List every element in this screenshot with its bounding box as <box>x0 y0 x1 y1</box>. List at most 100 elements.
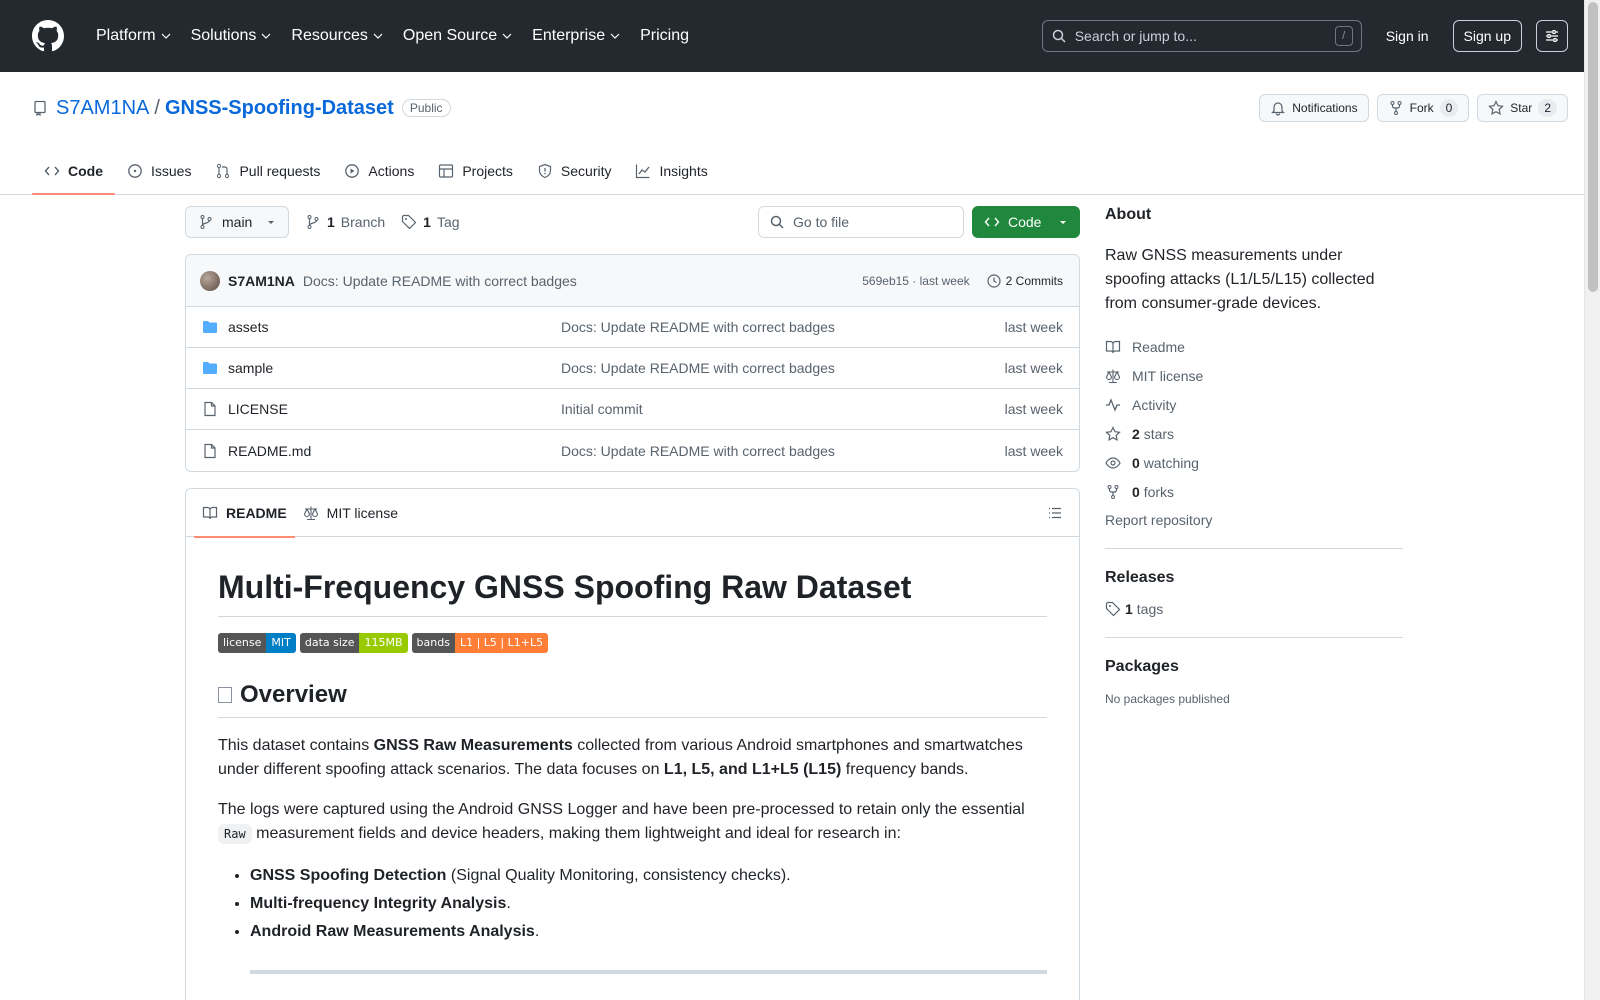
chevron-down-icon <box>261 33 271 39</box>
search-placeholder: Search or jump to... <box>1074 28 1197 44</box>
tab-security[interactable]: Security <box>525 148 624 194</box>
folder-icon <box>203 362 217 374</box>
avatar[interactable] <box>200 270 220 291</box>
sign-in-link[interactable]: Sign in <box>1376 28 1439 44</box>
packages-section: Packages No packages published <box>1105 638 1403 706</box>
tag-icon <box>1105 601 1121 617</box>
github-logo-icon[interactable] <box>32 20 64 52</box>
book-icon <box>202 506 218 519</box>
stars-link[interactable]: 2 stars <box>1105 419 1403 448</box>
research-list: GNSS Spoofing Detection (Signal Quality … <box>218 862 1047 946</box>
table-icon <box>439 164 454 178</box>
nav-open-source[interactable]: Open Source <box>393 0 522 72</box>
scrollbar-thumb[interactable] <box>1588 2 1598 292</box>
branches-link[interactable]: 1 Branch <box>305 214 385 230</box>
readme-link[interactable]: Readme <box>1105 332 1403 361</box>
graph-icon <box>636 164 650 179</box>
license-badge[interactable]: license MIT <box>218 633 296 653</box>
repo-header: S7AM1NA / GNSS-Spoofing-Dataset Public N… <box>0 72 1600 195</box>
watching-link[interactable]: 0 watching <box>1105 448 1403 477</box>
file-commit-message[interactable]: Docs: Update README with correct badges <box>561 319 835 335</box>
about-heading: About <box>1105 206 1152 223</box>
caret-down-icon <box>268 221 274 224</box>
tab-code[interactable]: Code <box>32 148 115 195</box>
fork-button[interactable]: Fork 0 <box>1376 94 1470 122</box>
nav-resources[interactable]: Resources <box>281 0 392 72</box>
repo-name-link[interactable]: GNSS-Spoofing-Dataset <box>165 97 394 120</box>
forks-link[interactable]: 0 forks <box>1105 477 1403 506</box>
tab-actions[interactable]: Actions <box>332 148 426 194</box>
readme-panel: README MIT license Multi-Frequency GNSS … <box>185 488 1080 1000</box>
go-to-file-input[interactable]: Go to file <box>758 206 964 238</box>
file-name[interactable]: assets <box>228 319 561 335</box>
sliders-icon <box>1546 30 1558 42</box>
nav-pricing[interactable]: Pricing <box>630 0 699 72</box>
commit-author[interactable]: S7AM1NA <box>228 273 295 289</box>
global-header: Platform Solutions Resources Open Source… <box>0 0 1600 72</box>
sign-up-button[interactable]: Sign up <box>1452 20 1522 52</box>
table-row: LICENSE Initial commit last week <box>186 389 1079 430</box>
code-icon <box>984 217 1000 227</box>
fork-icon <box>1390 101 1402 115</box>
main-column: main 1 Branch 1 Tag Go to file Code S7AM1N… <box>185 206 1080 1000</box>
file-commit-message[interactable]: Docs: Update README with correct badges <box>561 443 835 459</box>
chevron-down-icon <box>373 33 383 39</box>
activity-link[interactable]: Activity <box>1105 390 1403 419</box>
list-item: GNSS Spoofing Detection (Signal Quality … <box>250 862 1047 890</box>
file-name[interactable]: LICENSE <box>228 401 561 417</box>
branch-selector[interactable]: main <box>185 206 289 238</box>
pulse-icon <box>1106 397 1120 412</box>
tags-link[interactable]: 1 tags <box>1105 601 1403 617</box>
commits-link[interactable]: 2 Commits <box>986 273 1063 289</box>
star-icon <box>1488 100 1505 116</box>
page-scrollbar[interactable] <box>1584 0 1600 1000</box>
header-right: Search or jump to... / Sign in Sign up <box>1041 20 1568 52</box>
tab-insights[interactable]: Insights <box>623 148 719 194</box>
search-input[interactable]: Search or jump to... / <box>1041 20 1362 52</box>
search-icon <box>770 215 784 229</box>
list-outline-icon[interactable] <box>1047 505 1063 521</box>
notifications-button[interactable]: Notifications <box>1259 94 1369 122</box>
code-button[interactable]: Code <box>972 206 1080 238</box>
book-icon <box>1105 340 1121 353</box>
overview-paragraph-1: This dataset contains GNSS Raw Measureme… <box>218 737 1023 778</box>
file-date: last week <box>1004 319 1063 335</box>
issue-icon <box>128 164 142 178</box>
overview-paragraph-2: The logs were captured using the Android… <box>218 801 1025 844</box>
file-name[interactable]: README.md <box>228 443 561 459</box>
tab-issues[interactable]: Issues <box>115 148 203 194</box>
license-link[interactable]: MIT license <box>1105 361 1403 390</box>
sidebar: About Raw GNSS measurements under spoofi… <box>1105 206 1403 706</box>
code-icon <box>44 166 60 176</box>
menu-button[interactable] <box>1536 20 1568 52</box>
commit-message[interactable]: Docs: Update README with correct badges <box>303 273 577 289</box>
readme-title: Multi-Frequency GNSS Spoofing Raw Datase… <box>218 569 1047 617</box>
data-size-badge[interactable]: data size 115MB <box>299 633 408 653</box>
tab-license[interactable]: MIT license <box>295 489 406 537</box>
releases-heading[interactable]: Releases <box>1105 569 1403 587</box>
shield-icon <box>538 163 552 179</box>
repo-tabs: Code Issues Pull requests Actions Projec… <box>32 148 1568 195</box>
file-name[interactable]: sample <box>228 360 561 376</box>
branch-icon <box>307 215 319 229</box>
star-count: 2 <box>1538 99 1557 117</box>
packages-heading[interactable]: Packages <box>1105 658 1403 676</box>
repo-owner-link[interactable]: S7AM1NA <box>56 97 149 120</box>
star-button[interactable]: Star 2 <box>1477 94 1568 122</box>
tab-readme[interactable]: README <box>194 489 295 538</box>
repo-icon <box>34 100 46 116</box>
report-repository-link[interactable]: Report repository <box>1105 512 1403 528</box>
nav-enterprise[interactable]: Enterprise <box>522 0 630 72</box>
file-commit-message[interactable]: Docs: Update README with correct badges <box>561 360 835 376</box>
tab-projects[interactable]: Projects <box>426 148 525 194</box>
bands-badge[interactable]: bands L1 | L5 | L1+L5 <box>411 633 549 653</box>
tags-link[interactable]: 1 Tag <box>401 214 460 230</box>
nav-solutions[interactable]: Solutions <box>181 0 282 72</box>
tab-pull-requests[interactable]: Pull requests <box>203 148 332 194</box>
readme-content: Multi-Frequency GNSS Spoofing Raw Datase… <box>186 537 1079 1000</box>
commit-hash-time[interactable]: 569eb15 · last week <box>862 274 969 288</box>
chevron-down-icon <box>610 33 620 39</box>
file-list: S7AM1NA Docs: Update README with correct… <box>185 254 1080 472</box>
nav-platform[interactable]: Platform <box>86 0 181 72</box>
file-commit-message[interactable]: Initial commit <box>561 401 643 417</box>
